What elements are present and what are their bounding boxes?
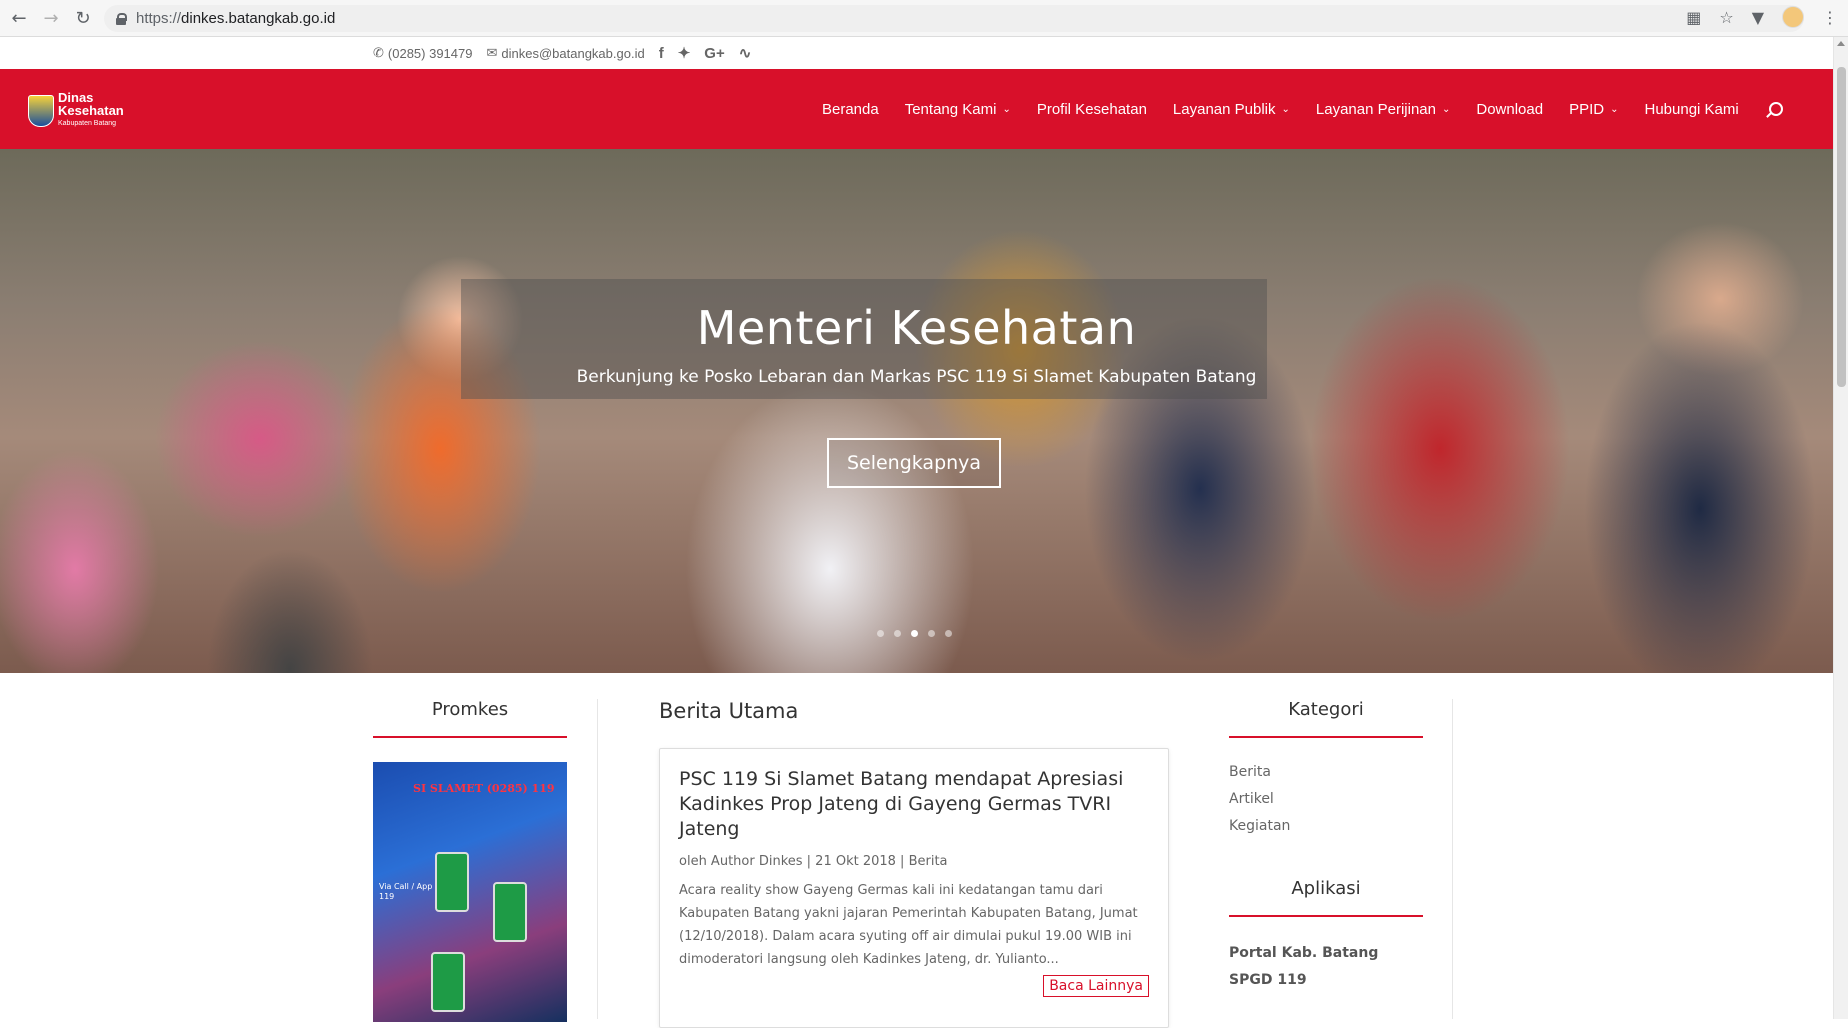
column-divider xyxy=(597,699,598,1019)
post-title[interactable]: PSC 119 Si Slamet Batang mendapat Apresi… xyxy=(679,767,1149,842)
main-nav: Beranda Tentang Kami ⌄ Profil Kesehatan L… xyxy=(822,69,1783,149)
phone-graphic xyxy=(493,882,527,942)
hero-slider: Menteri Kesehatan Berkunjung ke Posko Le… xyxy=(0,149,1833,673)
envelope-icon: ✉ xyxy=(486,45,498,60)
phone-contact: ✆ (0285) 391479 xyxy=(373,45,473,61)
address-bar[interactable]: https://dinkes.batangkab.go.id xyxy=(104,5,1804,32)
poster-text-graphic: Via Call / App 119 xyxy=(379,882,433,901)
rss-icon[interactable]: ∿ xyxy=(739,44,752,62)
phone-graphic xyxy=(435,852,469,912)
nav-layanan-perijinan[interactable]: Layanan Perijinan ⌄ xyxy=(1316,101,1450,118)
page-scrollbar[interactable] xyxy=(1833,37,1848,1019)
poster-headline-graphic: SI SLAMET (0285) 119 xyxy=(413,782,555,795)
read-more-button[interactable]: Baca Lainnya xyxy=(1043,975,1149,997)
hero-subtitle: Berkunjung ke Posko Lebaran dan Markas P… xyxy=(576,367,1257,387)
phone-graphic xyxy=(431,952,465,1012)
berita-utama-section: Berita Utama PSC 119 Si Slamet Batang me… xyxy=(659,699,1169,1028)
aplikasi-item[interactable]: SPGD 119 xyxy=(1229,972,1423,988)
post-excerpt: Acara reality show Gayeng Germas kali in… xyxy=(679,883,1138,967)
top-contact-bar: ✆ (0285) 391479 ✉ dinkes@batangkab.go.id f… xyxy=(0,37,1833,69)
chevron-down-icon: ⌄ xyxy=(1441,103,1451,115)
sidebar-right: Kategori Berita Artikel Kegiatan Aplikas… xyxy=(1229,699,1423,999)
slider-dot-active[interactable] xyxy=(911,630,918,637)
site-header: Dinas Kesehatan Kabupaten Batang Beranda… xyxy=(0,69,1833,149)
back-icon[interactable]: ← xyxy=(6,5,32,31)
main-content: Promkes SI SLAMET (0285) 119 Via Call / … xyxy=(0,673,1833,1028)
hero-cta-button[interactable]: Selengkapnya xyxy=(827,438,1001,488)
google-plus-icon[interactable]: G+ xyxy=(704,45,724,62)
chevron-down-icon: ⌄ xyxy=(1281,103,1290,115)
slider-dot[interactable] xyxy=(894,630,901,637)
berita-heading: Berita Utama xyxy=(659,699,799,723)
post-card: PSC 119 Si Slamet Batang mendapat Apresi… xyxy=(659,748,1169,1028)
kebab-menu-icon[interactable]: ⋮ xyxy=(1822,8,1838,27)
browser-toolbar: ← → ↻ https://dinkes.batangkab.go.id ▦ ☆… xyxy=(0,0,1848,37)
star-icon[interactable]: ☆ xyxy=(1719,8,1733,27)
lock-icon xyxy=(116,12,127,25)
nav-hubungi-kami[interactable]: Hubungi Kami xyxy=(1645,101,1739,118)
scrollbar-thumb[interactable] xyxy=(1837,67,1846,387)
kategori-item[interactable]: Kegiatan xyxy=(1229,818,1423,834)
forward-icon[interactable]: → xyxy=(38,5,64,31)
kategori-item[interactable]: Berita xyxy=(1229,764,1423,780)
nav-layanan-publik[interactable]: Layanan Publik ⌄ xyxy=(1173,101,1290,118)
promkes-heading: Promkes xyxy=(373,699,567,738)
reload-icon[interactable]: ↻ xyxy=(70,5,96,31)
kategori-list: Berita Artikel Kegiatan xyxy=(1229,764,1423,834)
chevron-down-icon: ⌄ xyxy=(1610,103,1619,115)
column-divider xyxy=(1452,699,1453,1019)
nav-download[interactable]: Download xyxy=(1476,101,1543,118)
aplikasi-item[interactable]: Portal Kab. Batang xyxy=(1229,945,1423,961)
slider-dot[interactable] xyxy=(877,630,884,637)
slider-dots xyxy=(877,630,952,637)
nav-ppid[interactable]: PPID ⌄ xyxy=(1569,101,1618,118)
kategori-heading: Kategori xyxy=(1229,699,1423,738)
logo-line3: Kabupaten Batang xyxy=(58,120,116,127)
logo-line2: Kesehatan xyxy=(58,103,124,118)
post-meta: oleh Author Dinkes | 21 Okt 2018 | Berit… xyxy=(679,854,948,869)
phone-icon: ✆ xyxy=(373,45,384,60)
slider-dot[interactable] xyxy=(928,630,935,637)
aplikasi-heading: Aplikasi xyxy=(1229,878,1423,917)
email-contact[interactable]: ✉ dinkes@batangkab.go.id xyxy=(486,45,644,61)
facebook-icon[interactable]: f xyxy=(659,45,664,62)
search-icon[interactable] xyxy=(1768,102,1783,116)
scroll-up-icon[interactable] xyxy=(1837,41,1845,46)
profile-avatar-icon[interactable] xyxy=(1782,6,1804,28)
promkes-poster-image[interactable]: SI SLAMET (0285) 119 Via Call / App 119 xyxy=(373,762,567,1022)
promkes-widget: Promkes SI SLAMET (0285) 119 Via Call / … xyxy=(373,699,567,1022)
hero-title: Menteri Kesehatan xyxy=(696,301,1137,355)
translate-icon[interactable]: ▦ xyxy=(1686,8,1701,27)
crest-icon xyxy=(28,94,54,127)
nav-beranda[interactable]: Beranda xyxy=(822,101,879,118)
chevron-down-icon: ⌄ xyxy=(1002,103,1011,115)
url-text[interactable]: https://dinkes.batangkab.go.id xyxy=(136,10,335,27)
twitter-icon[interactable]: ✦ xyxy=(678,44,691,62)
slider-dot[interactable] xyxy=(945,630,952,637)
site-logo[interactable]: Dinas Kesehatan Kabupaten Batang xyxy=(28,91,124,130)
extension-icon[interactable]: ▼ xyxy=(1752,8,1764,27)
nav-profil-kesehatan[interactable]: Profil Kesehatan xyxy=(1037,101,1147,118)
kategori-item[interactable]: Artikel xyxy=(1229,791,1423,807)
nav-tentang-kami[interactable]: Tentang Kami ⌄ xyxy=(905,101,1011,118)
